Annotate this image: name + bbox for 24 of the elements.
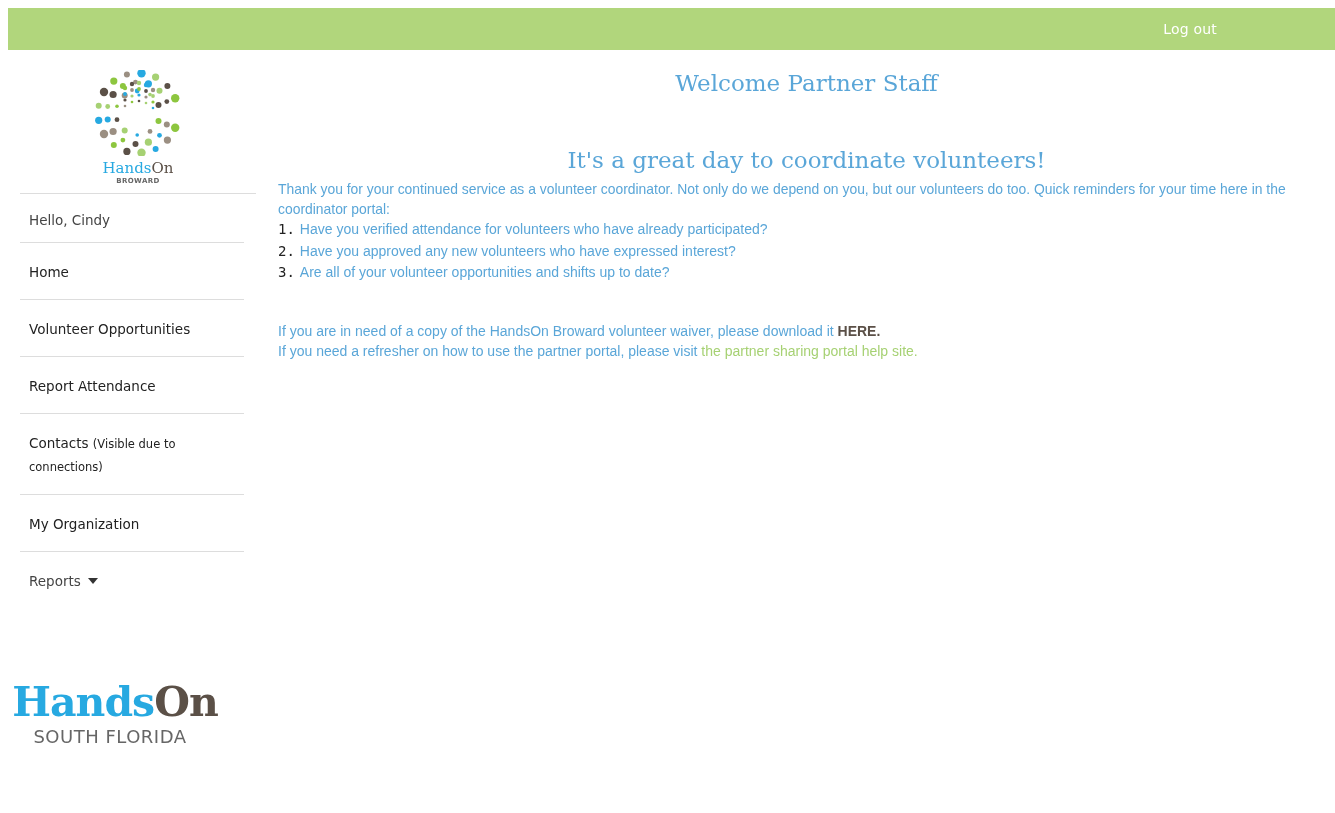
help-text: If you need a refresher on how to use the partner portal, please visit the partner sharing portal help site. [278, 341, 919, 361]
footer-logo-wordmark: HandsOn [11, 678, 219, 726]
reminder-text: Have you verified attendance for volunteers who have already participated? [299, 220, 768, 239]
nav-link[interactable]: Home [29, 261, 235, 283]
page-subtitle: It's a great day to coordinate volunteers! [566, 146, 1047, 175]
list-number: 3. [278, 263, 295, 282]
download-link[interactable]: HERE. [837, 322, 881, 339]
reminder-text: Have you approved any new volunteers who have expressed interest? [299, 241, 736, 261]
logo-wordmark: HandsOn [102, 159, 174, 177]
nav-link[interactable]: Report Attendance [29, 375, 235, 397]
waiver-text: If you are in need of a copy of the HandsOn Broward volunteer waiver, please download it HERE. [278, 321, 882, 341]
nav-link[interactable]: Contacts (Visible due to connections) [29, 432, 235, 478]
footer-logo-subtitle: SOUTH FLORIDA [32, 726, 188, 747]
intro-text: Thank you for your continued service as a volunteer coordinator. Not only do we depend on you, but our volunteers do too. Quick reminders for your time here in the coordinator portal: [278, 180, 1287, 219]
caret-icon [87, 578, 98, 584]
reports-dropdown[interactable]: Reports [29, 570, 98, 592]
nav-link[interactable]: My Organization [29, 513, 235, 535]
hand-dots-logo-icon [95, 70, 181, 156]
nav-link[interactable]: Volunteer Opportunities [29, 318, 235, 340]
page-title: Welcome Partner Staff [674, 69, 940, 98]
user-greeting: Hello, Cindy [20, 194, 244, 243]
reminder-text: Are all of your volunteer opportunities and shifts up to date? [299, 263, 670, 282]
list-number: 1. [278, 220, 295, 239]
list-number: 2. [278, 241, 295, 261]
